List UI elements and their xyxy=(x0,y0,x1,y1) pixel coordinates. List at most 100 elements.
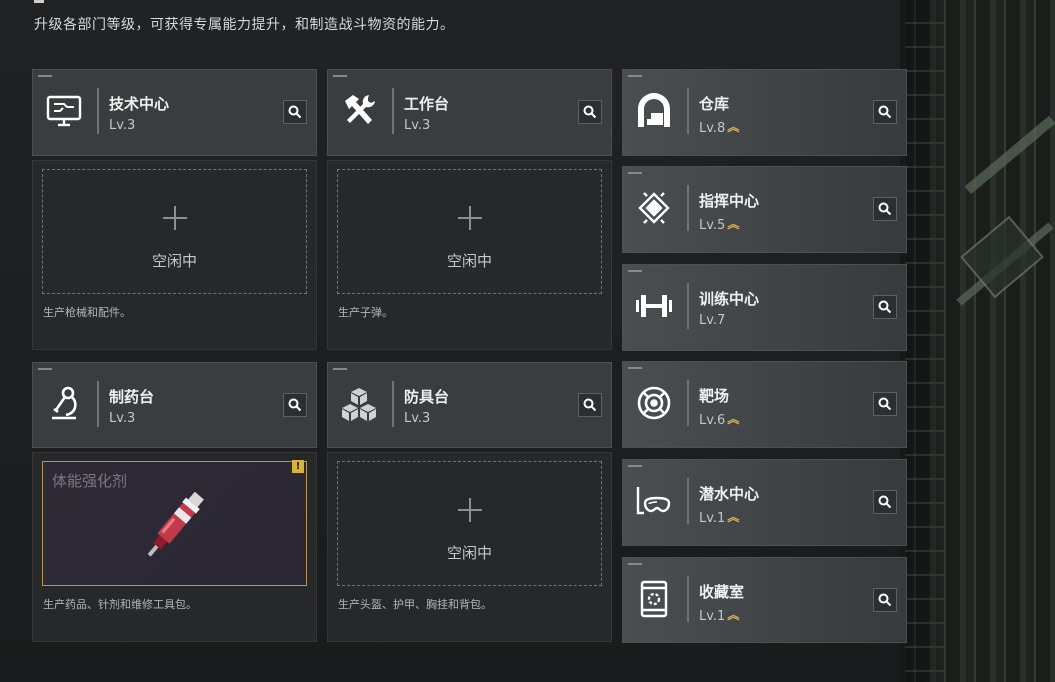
card-level: Lv.3 xyxy=(109,411,136,426)
search-icon xyxy=(878,202,892,216)
production-slot[interactable]: 空闲中 xyxy=(337,169,602,294)
upgrade-available-icon: ︽ xyxy=(727,412,739,426)
search-icon xyxy=(878,593,892,607)
search-icon xyxy=(878,300,892,314)
production-description: 生产头盔、护甲、胸挂和背包。 xyxy=(338,598,492,611)
divider xyxy=(687,576,689,622)
plus-icon xyxy=(457,498,482,522)
search-button[interactable] xyxy=(873,295,897,319)
card-workbench[interactable]: 工作台 Lv.3 xyxy=(327,69,612,156)
card-tag xyxy=(333,368,347,370)
scaffold-decoration xyxy=(905,0,945,682)
divider xyxy=(97,88,99,134)
page-description: 升级各部门等级，可获得专属能力提升，和制造战斗物资的能力。 xyxy=(34,17,455,33)
slot-status: 空闲中 xyxy=(446,544,492,562)
card-title: 技术中心 xyxy=(109,95,170,113)
production-description: 生产枪械和配件。 xyxy=(43,306,131,319)
search-icon xyxy=(583,105,597,119)
search-icon xyxy=(583,398,597,412)
upgrade-available-icon: ︽ xyxy=(727,120,739,134)
card-tag xyxy=(38,75,52,77)
card-diving-center[interactable]: 潜水中心 Lv.1 ︽ xyxy=(622,459,907,546)
card-collection-room[interactable]: 收藏室 Lv.1 ︽ xyxy=(622,557,907,643)
card-tag xyxy=(628,270,642,272)
divider xyxy=(392,88,394,134)
card-level: Lv.3 xyxy=(404,118,431,133)
card-title: 靶场 xyxy=(699,387,730,405)
upgrade-available-icon: ︽ xyxy=(727,217,739,231)
header-mark xyxy=(34,0,44,3)
card-tag xyxy=(628,172,642,174)
search-button[interactable] xyxy=(578,100,602,124)
card-level: Lv.7 xyxy=(699,313,726,328)
divider xyxy=(392,381,394,427)
divider xyxy=(687,478,689,524)
slot-status: 空闲中 xyxy=(151,252,197,270)
slot-status: 空闲中 xyxy=(446,252,492,270)
card-level: Lv.5 ︽ xyxy=(699,217,739,233)
divider xyxy=(687,88,689,134)
card-tag xyxy=(628,75,642,77)
upgrade-available-icon: ︽ xyxy=(727,510,739,524)
card-title: 收藏室 xyxy=(699,583,745,601)
card-tech-center[interactable]: 技术中心 Lv.3 xyxy=(32,69,317,156)
syringe-icon xyxy=(147,491,204,557)
search-button[interactable] xyxy=(873,490,897,514)
card-tag xyxy=(628,563,642,565)
production-panel-armor-bench: 空闲中 生产头盔、护甲、胸挂和背包。 xyxy=(327,452,612,642)
microscope-icon xyxy=(43,383,85,425)
plus-icon xyxy=(457,206,482,230)
search-icon xyxy=(288,105,302,119)
card-title: 工作台 xyxy=(404,95,450,113)
production-description: 生产子弹。 xyxy=(338,306,393,319)
card-title: 指挥中心 xyxy=(699,192,760,210)
search-button[interactable] xyxy=(873,392,897,416)
target-icon xyxy=(633,382,675,424)
divider xyxy=(687,380,689,426)
production-slot[interactable]: 空闲中 xyxy=(42,169,307,294)
divider xyxy=(687,283,689,329)
production-description: 生产药品、针剂和维修工具包。 xyxy=(43,598,197,611)
card-tag xyxy=(333,75,347,77)
card-title: 训练中心 xyxy=(699,290,760,308)
warehouse-icon xyxy=(633,90,675,132)
search-button[interactable] xyxy=(578,393,602,417)
card-shooting-range[interactable]: 靶场 Lv.6 ︽ xyxy=(622,361,907,448)
chip-icon xyxy=(633,187,675,229)
tools-icon xyxy=(338,90,380,132)
display-case-icon xyxy=(633,578,675,620)
production-slot[interactable]: 空闲中 xyxy=(337,461,602,586)
card-title: 制药台 xyxy=(109,388,155,406)
production-panel-pharmacy: 体能强化剂 ! 生产药品、针剂和维修工具包。 xyxy=(32,452,317,642)
card-level: Lv.3 xyxy=(109,118,136,133)
card-level: Lv.1 ︽ xyxy=(699,510,739,526)
card-training-center[interactable]: 训练中心 Lv.7 xyxy=(622,264,907,351)
divider xyxy=(687,185,689,231)
search-button[interactable] xyxy=(873,197,897,221)
card-title: 潜水中心 xyxy=(699,485,760,503)
search-icon xyxy=(878,105,892,119)
search-button[interactable] xyxy=(873,100,897,124)
production-panel-workbench: 空闲中 生产子弹。 xyxy=(327,160,612,350)
dumbbell-icon xyxy=(633,285,675,327)
search-icon xyxy=(288,398,302,412)
alert-badge: ! xyxy=(292,460,304,473)
search-icon xyxy=(878,495,892,509)
card-pharmacy[interactable]: 制药台 Lv.3 xyxy=(32,362,317,448)
card-level: Lv.6 ︽ xyxy=(699,412,739,428)
search-button[interactable] xyxy=(283,100,307,124)
card-tag xyxy=(628,367,642,369)
production-slot-active[interactable]: 体能强化剂 ! xyxy=(42,460,307,586)
card-level: Lv.1 ︽ xyxy=(699,608,739,624)
card-level: Lv.3 xyxy=(404,411,431,426)
search-button[interactable] xyxy=(283,393,307,417)
search-icon xyxy=(878,397,892,411)
upgrade-available-icon: ︽ xyxy=(727,608,739,622)
card-armor-bench[interactable]: 防具台 Lv.3 xyxy=(327,362,612,448)
card-warehouse[interactable]: 仓库 Lv.8 ︽ xyxy=(622,69,907,156)
card-tag xyxy=(628,465,642,467)
card-title: 防具台 xyxy=(404,388,450,406)
card-tag xyxy=(38,368,52,370)
search-button[interactable] xyxy=(873,588,897,612)
card-command-center[interactable]: 指挥中心 Lv.5 ︽ xyxy=(622,166,907,253)
